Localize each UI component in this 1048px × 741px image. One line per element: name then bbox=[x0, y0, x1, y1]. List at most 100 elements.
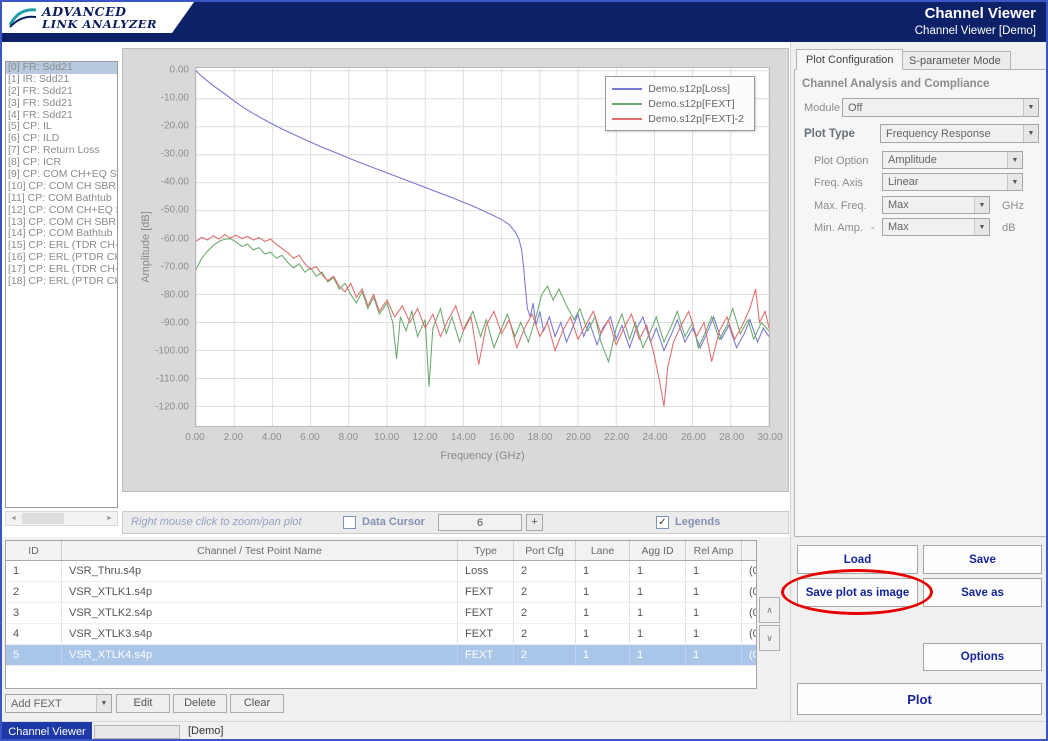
legend-line-sample bbox=[612, 103, 642, 105]
channel-list-item[interactable]: [12] CP: COM CH+EQ S bbox=[6, 205, 117, 217]
legend-line-sample bbox=[612, 118, 642, 120]
y-tick-label: -40.00 bbox=[161, 177, 189, 188]
add-fext-select[interactable]: Add FEXT ▼ bbox=[5, 694, 112, 713]
column-header[interactable]: Lane bbox=[576, 541, 630, 560]
channel-list-item[interactable]: [9] CP: COM CH+EQ SB bbox=[6, 169, 117, 181]
save-button[interactable]: Save bbox=[923, 545, 1042, 574]
window-title: Channel Viewer bbox=[925, 5, 1036, 22]
y-tick-label: -110.00 bbox=[156, 374, 189, 385]
channel-list-item[interactable]: [3] FR: Sdd21 bbox=[6, 98, 117, 110]
logo-line2: LINK ANALYZER bbox=[42, 18, 157, 30]
channel-list-item[interactable]: [2] FR: Sdd21 bbox=[6, 86, 117, 98]
column-header[interactable]: Type bbox=[458, 541, 514, 560]
column-header[interactable] bbox=[742, 541, 757, 560]
tab-s-parameter-mode[interactable]: S-parameter Mode bbox=[899, 51, 1011, 70]
scroll-left-icon[interactable]: ◄ bbox=[6, 512, 21, 525]
cursor-count-input[interactable] bbox=[438, 514, 522, 531]
channel-list[interactable]: [0] FR: Sdd21[1] IR: Sdd21[2] FR: Sdd21[… bbox=[5, 61, 118, 508]
plot-area[interactable]: Demo.s12p[Loss]Demo.s12p[FEXT]Demo.s12p[… bbox=[195, 67, 770, 427]
scroll-right-icon[interactable]: ► bbox=[102, 512, 117, 525]
column-header[interactable]: Rel Amp bbox=[686, 541, 742, 560]
channel-list-scrollbar[interactable]: ◄ ► bbox=[5, 511, 118, 526]
clear-button[interactable]: Clear bbox=[230, 694, 284, 713]
x-axis-title: Frequency (GHz) bbox=[195, 450, 770, 462]
compliance-section-title: Channel Analysis and Compliance bbox=[802, 78, 989, 90]
move-row-up-button[interactable]: ∧ bbox=[759, 597, 780, 623]
plot-option-select-value: Amplitude bbox=[883, 154, 1007, 166]
channel-list-item[interactable]: [0] FR: Sdd21 bbox=[6, 62, 117, 74]
move-row-down-button[interactable]: ∨ bbox=[759, 625, 780, 651]
module-select-value: Off bbox=[843, 102, 1023, 114]
max-freq-select-value: Max bbox=[883, 199, 974, 211]
min-amp-select[interactable]: Max ▼ bbox=[882, 218, 990, 236]
legends-label: Legends bbox=[675, 516, 720, 528]
plot-button[interactable]: Plot bbox=[797, 683, 1042, 715]
load-button[interactable]: Load bbox=[797, 545, 918, 574]
table-cell: 1 bbox=[576, 603, 630, 623]
channel-list-item[interactable]: [5] CP: IL bbox=[6, 121, 117, 133]
save-plot-as-image-button[interactable]: Save plot as image bbox=[797, 578, 918, 607]
table-cell: (0 bbox=[742, 645, 757, 665]
column-header[interactable]: Channel / Test Point Name bbox=[62, 541, 458, 560]
channel-list-item[interactable]: [14] CP: COM Bathtub bbox=[6, 228, 117, 240]
y-tick-label: -10.00 bbox=[161, 92, 189, 103]
data-cursor-checkbox[interactable] bbox=[343, 516, 356, 529]
channel-list-item[interactable]: [4] FR: Sdd21 bbox=[6, 110, 117, 122]
channel-list-item[interactable]: [15] CP: ERL (TDR CH- bbox=[6, 240, 117, 252]
channel-list-item[interactable]: [13] CP: COM CH SBR bbox=[6, 217, 117, 229]
table-cell: (0 bbox=[742, 582, 757, 602]
table-body: 1VSR_Thru.s4pLoss2111(02VSR_XTLK1.s4pFEX… bbox=[6, 561, 756, 666]
plot-option-select[interactable]: Amplitude ▼ bbox=[882, 151, 1023, 169]
freq-axis-select-value: Linear bbox=[883, 176, 1007, 188]
status-bar: Channel Viewer [Demo] bbox=[2, 721, 1048, 741]
x-tick-label: 6.00 bbox=[300, 432, 319, 443]
y-tick-label: -60.00 bbox=[161, 233, 189, 244]
channel-list-item[interactable]: [6] CP: ILD bbox=[6, 133, 117, 145]
table-cell: 1 bbox=[686, 645, 742, 665]
plot-type-select[interactable]: Frequency Response ▼ bbox=[880, 124, 1039, 143]
channel-list-item[interactable]: [8] CP: ICR bbox=[6, 157, 117, 169]
table-cell: Loss bbox=[458, 561, 514, 581]
table-row[interactable]: 3VSR_XTLK2.s4pFEXT2111(0 bbox=[6, 603, 756, 624]
table-cell: VSR_XTLK1.s4p bbox=[62, 582, 458, 602]
x-tick-label: 28.00 bbox=[719, 432, 744, 443]
channel-list-item[interactable]: [1] IR: Sdd21 bbox=[6, 74, 117, 86]
scrollbar-thumb[interactable] bbox=[22, 513, 64, 524]
x-tick-label: 22.00 bbox=[604, 432, 629, 443]
app-window: ADVANCED LINK ANALYZER Channel Viewer Ch… bbox=[0, 0, 1048, 741]
chevron-down-icon: ▼ bbox=[1023, 99, 1038, 116]
table-cell: FEXT bbox=[458, 603, 514, 623]
table-cell: 1 bbox=[630, 603, 686, 623]
channel-list-item[interactable]: [18] CP: ERL (PTDR CH bbox=[6, 276, 117, 288]
table-cell: 1 bbox=[686, 582, 742, 602]
table-cell: 4 bbox=[6, 624, 62, 644]
column-header[interactable]: Agg ID bbox=[630, 541, 686, 560]
channel-list-item[interactable]: [7] CP: Return Loss bbox=[6, 145, 117, 157]
delete-button[interactable]: Delete bbox=[173, 694, 227, 713]
cursor-plus-button[interactable]: + bbox=[526, 514, 543, 531]
table-row[interactable]: 5VSR_XTLK4.s4pFEXT2111(0 bbox=[6, 645, 756, 666]
freq-axis-select[interactable]: Linear ▼ bbox=[882, 173, 1023, 191]
x-tick-label: 8.00 bbox=[339, 432, 358, 443]
channel-list-item[interactable]: [17] CP: ERL (TDR CH- bbox=[6, 264, 117, 276]
channel-list-item[interactable]: [11] CP: COM Bathtub bbox=[6, 193, 117, 205]
table-cell: 1 bbox=[630, 561, 686, 581]
table-row[interactable]: 2VSR_XTLK1.s4pFEXT2111(0 bbox=[6, 582, 756, 603]
table-cell: (0 bbox=[742, 561, 757, 581]
legend-entry: Demo.s12p[FEXT]-2 bbox=[612, 111, 744, 126]
module-select[interactable]: Off ▼ bbox=[842, 98, 1039, 117]
channel-list-item[interactable]: [10] CP: COM CH SBR bbox=[6, 181, 117, 193]
channel-list-item[interactable]: [16] CP: ERL (PTDR CH bbox=[6, 252, 117, 264]
column-header[interactable]: Port Cfg bbox=[514, 541, 576, 560]
tab-plot-configuration[interactable]: Plot Configuration bbox=[796, 49, 903, 70]
options-button[interactable]: Options bbox=[923, 643, 1042, 671]
table-row[interactable]: 4VSR_XTLK3.s4pFEXT2111(0 bbox=[6, 624, 756, 645]
legends-checkbox[interactable]: ✓ bbox=[656, 516, 669, 529]
table-row[interactable]: 1VSR_Thru.s4pLoss2111(0 bbox=[6, 561, 756, 582]
save-as-button[interactable]: Save as bbox=[923, 578, 1042, 607]
edit-button[interactable]: Edit bbox=[116, 694, 170, 713]
chevron-down-icon: ▼ bbox=[1023, 125, 1038, 142]
table-cell: (0 bbox=[742, 603, 757, 623]
column-header[interactable]: ID bbox=[6, 541, 62, 560]
max-freq-select[interactable]: Max ▼ bbox=[882, 196, 990, 214]
